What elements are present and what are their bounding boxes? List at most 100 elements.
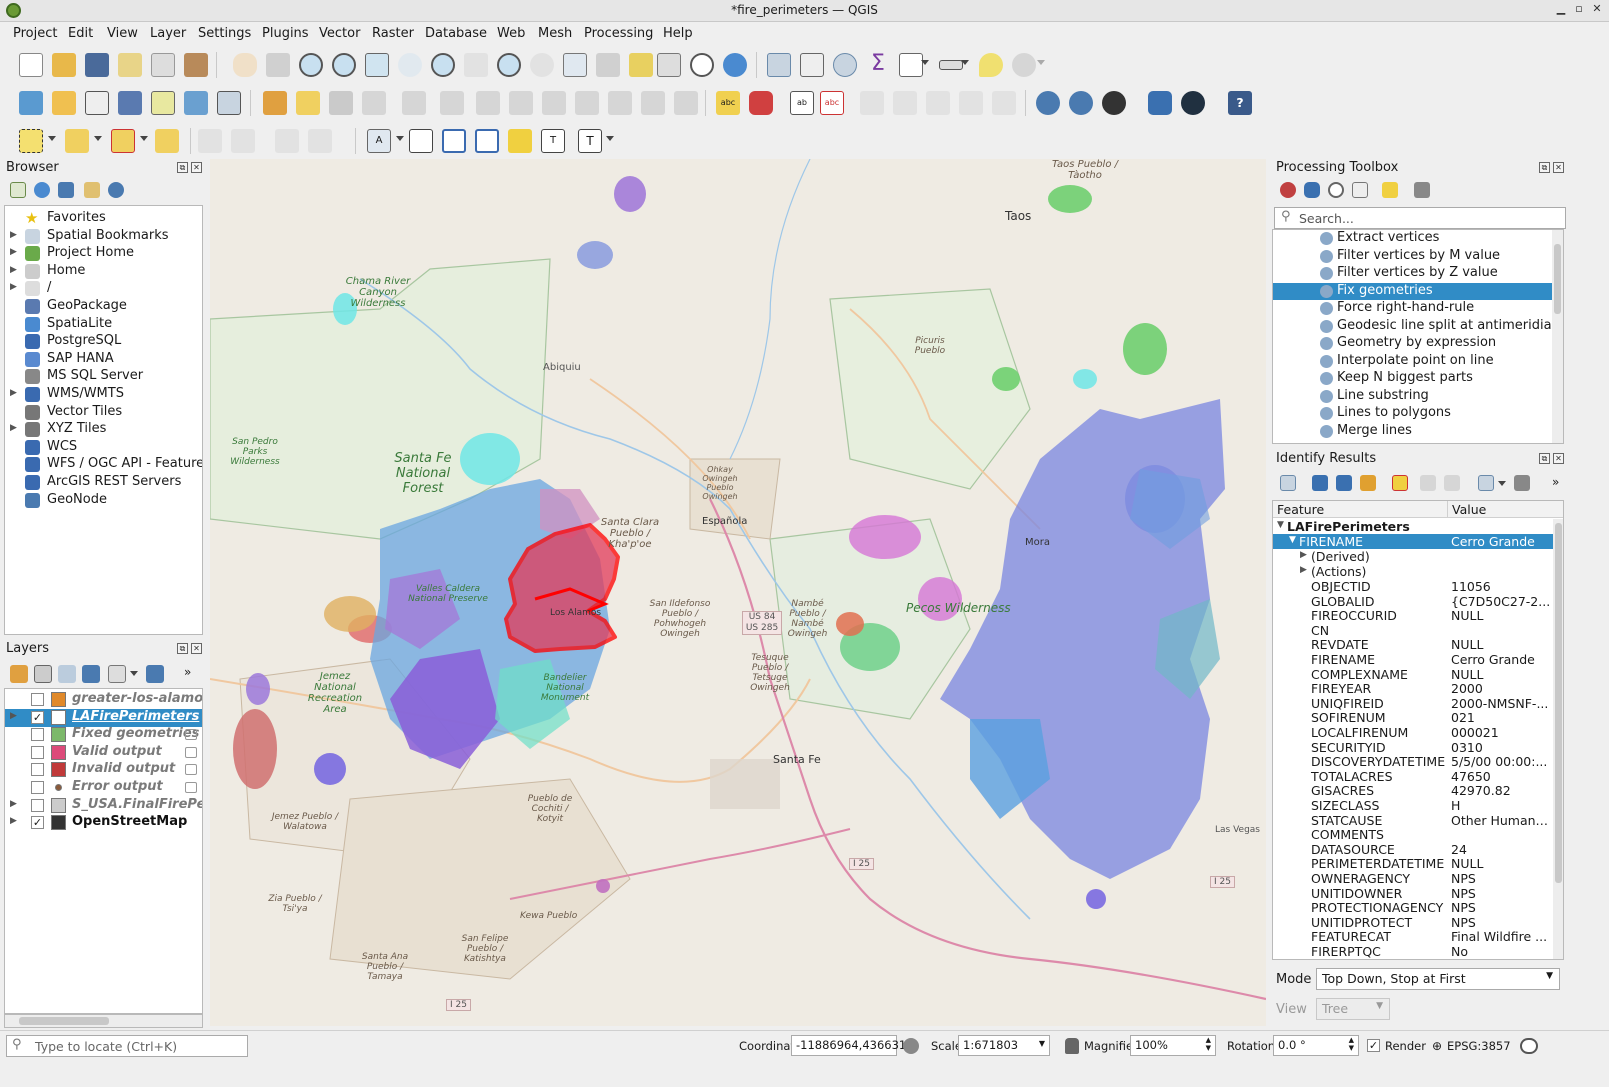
create-polygon-annotation-icon[interactable] xyxy=(442,129,466,153)
save-edits-icon[interactable] xyxy=(329,91,353,115)
highlight-pinned-labels-icon[interactable]: ab xyxy=(790,91,814,115)
identify-mode-icon[interactable] xyxy=(1478,475,1494,491)
attribute-row[interactable]: SOFIRENUM 021 xyxy=(1273,710,1563,725)
zoom-to-layer-icon[interactable] xyxy=(431,53,455,77)
menu-view[interactable]: View xyxy=(107,26,138,41)
layer-item[interactable]: ▶ S_USA.FinalFirePerim xyxy=(5,797,202,815)
actions-gear-icon[interactable] xyxy=(1012,53,1036,77)
derived-row[interactable]: ▶ (Derived) xyxy=(1273,549,1563,564)
menu-plugins[interactable]: Plugins xyxy=(262,26,309,41)
open-project-icon[interactable] xyxy=(52,53,76,77)
browser-item[interactable]: ▶ Home xyxy=(5,263,202,281)
new-map-view-icon[interactable] xyxy=(563,53,587,77)
new-virtual-layer-icon[interactable] xyxy=(184,91,208,115)
lock-scale-icon[interactable] xyxy=(1065,1038,1079,1054)
minimize-icon[interactable]: ▁ xyxy=(1554,2,1568,18)
new-mesh-layer-icon[interactable] xyxy=(217,91,241,115)
open-field-calculator-icon[interactable] xyxy=(899,53,923,77)
expand-arrow-icon[interactable]: ▶ xyxy=(10,388,17,398)
processing-tool-item[interactable]: Geodesic line split at antimeridian xyxy=(1273,318,1563,336)
geonode-spy-icon[interactable] xyxy=(1102,91,1126,115)
digitize-icon[interactable] xyxy=(362,91,386,115)
identify-settings-wrench-icon[interactable] xyxy=(1514,475,1530,491)
temporary-layer-icon[interactable] xyxy=(185,782,197,793)
attribute-row[interactable]: UNITIDPROTECT NPS xyxy=(1273,915,1563,930)
browser-item[interactable]: WCS xyxy=(5,439,202,457)
pin-labels-icon[interactable]: abc xyxy=(820,91,844,115)
float-panel-icon[interactable]: ⧉ xyxy=(1539,453,1550,464)
select-location-icon[interactable] xyxy=(155,129,179,153)
reshape-icon[interactable] xyxy=(308,129,332,153)
processing-tool-item[interactable]: Keep N biggest parts xyxy=(1273,370,1563,388)
new-print-layout-icon[interactable] xyxy=(118,53,142,77)
redo-more-icon[interactable] xyxy=(674,91,698,115)
collapse-arrow-icon[interactable]: ▼ xyxy=(1289,535,1296,545)
redo-icon[interactable] xyxy=(641,91,665,115)
clear-results-icon[interactable] xyxy=(1392,475,1408,491)
attribute-row[interactable]: OBJECTID 11056 xyxy=(1273,579,1563,594)
toggle-editing-pencil-icon[interactable] xyxy=(296,91,320,115)
zoom-out-icon[interactable] xyxy=(332,53,356,77)
merge-attributes-icon[interactable] xyxy=(231,129,255,153)
properties-info-icon[interactable] xyxy=(108,182,124,198)
browser-item[interactable]: Vector Tiles xyxy=(5,404,202,422)
new-3d-view-icon[interactable] xyxy=(596,53,620,77)
attribute-row[interactable]: UNITIDOWNER NPS xyxy=(1273,886,1563,901)
select-features-icon[interactable] xyxy=(19,129,43,153)
scripts-python-icon[interactable] xyxy=(1304,182,1320,198)
new-bookmark-icon[interactable] xyxy=(629,53,653,77)
show-hide-labels-icon[interactable] xyxy=(860,91,884,115)
zoom-full-icon[interactable] xyxy=(365,53,389,77)
rotate-label-icon[interactable] xyxy=(926,91,950,115)
attribute-row[interactable]: STATCAUSE Other Human ... xyxy=(1273,813,1563,828)
browser-item[interactable]: ArcGIS REST Servers xyxy=(5,474,202,492)
browser-item[interactable]: GeoNode xyxy=(5,492,202,510)
attribute-row[interactable]: FIRERPTQC No xyxy=(1273,944,1563,959)
layout-manager-icon[interactable] xyxy=(151,53,175,77)
layer-visibility-checkbox[interactable] xyxy=(31,798,44,812)
layer-visibility-checkbox[interactable] xyxy=(31,728,44,742)
copy-features-icon[interactable] xyxy=(542,91,566,115)
menu-processing[interactable]: Processing xyxy=(584,26,653,41)
layer-item[interactable]: Invalid output xyxy=(5,761,202,779)
layer-item[interactable]: ▶ ✓ LAFirePerimeters xyxy=(5,708,202,727)
toggle-extents-icon[interactable] xyxy=(903,1038,919,1054)
layer-item[interactable]: Fixed geometries xyxy=(5,726,202,744)
filter-expression-icon[interactable] xyxy=(108,665,126,683)
browser-item[interactable]: ▶ / xyxy=(5,280,202,298)
processing-tool-item[interactable]: Extract vertices xyxy=(1273,230,1563,248)
style-panel-icon[interactable] xyxy=(10,665,28,683)
text-annotation-icon[interactable]: T xyxy=(578,129,602,153)
temporary-layer-icon[interactable] xyxy=(185,729,197,741)
refresh-icon[interactable] xyxy=(723,53,747,77)
actions-row[interactable]: ▶ (Actions) xyxy=(1273,564,1563,579)
map-canvas[interactable]: Taos Taos Pueblo / Tàotho Chama River Ca… xyxy=(210,159,1266,1026)
menu-edit[interactable]: Edit xyxy=(68,26,93,41)
attribute-row[interactable]: REVDATE NULL xyxy=(1273,637,1563,652)
float-panel-icon[interactable]: ⧉ xyxy=(177,162,188,173)
expand-all-icon[interactable] xyxy=(1312,475,1328,491)
attribute-row[interactable]: COMPLEXNAME NULL xyxy=(1273,667,1563,682)
rotation-field[interactable]: 0.0 ° ▲ ▼ xyxy=(1273,1035,1359,1056)
new-temporary-layer-icon[interactable] xyxy=(151,91,175,115)
zoom-in-icon[interactable] xyxy=(299,53,323,77)
zoom-to-selection-icon[interactable] xyxy=(398,53,422,77)
expand-arrow-icon[interactable]: ▶ xyxy=(10,265,17,275)
browser-item[interactable]: ▶ Spatial Bookmarks xyxy=(5,228,202,246)
create-marker-annotation-icon[interactable] xyxy=(508,129,532,153)
create-line-annotation-icon[interactable] xyxy=(475,129,499,153)
attribute-row[interactable]: UNIQFIREID 2000-NMSNF-... xyxy=(1273,696,1563,711)
crs-label[interactable]: EPSG:3857 xyxy=(1447,1039,1511,1053)
metasearch-search-icon[interactable] xyxy=(1069,91,1093,115)
attribute-row[interactable]: FEATURECAT Final Wildfire ... xyxy=(1273,929,1563,944)
manage-visibility-eye-icon[interactable] xyxy=(58,665,76,683)
float-panel-icon[interactable]: ⧉ xyxy=(1539,162,1550,173)
collapse-arrow-icon[interactable]: ▼ xyxy=(1277,520,1284,530)
expand-arrow-icon[interactable]: ▶ xyxy=(10,816,17,826)
attribute-row[interactable]: CN xyxy=(1273,623,1563,638)
expand-arrow-icon[interactable]: ▶ xyxy=(1300,550,1307,560)
layer-visibility-checkbox[interactable]: ✓ xyxy=(31,710,44,724)
browser-item[interactable]: MS SQL Server xyxy=(5,368,202,386)
menu-mesh[interactable]: Mesh xyxy=(538,26,572,41)
print-response-icon[interactable] xyxy=(1444,475,1460,491)
